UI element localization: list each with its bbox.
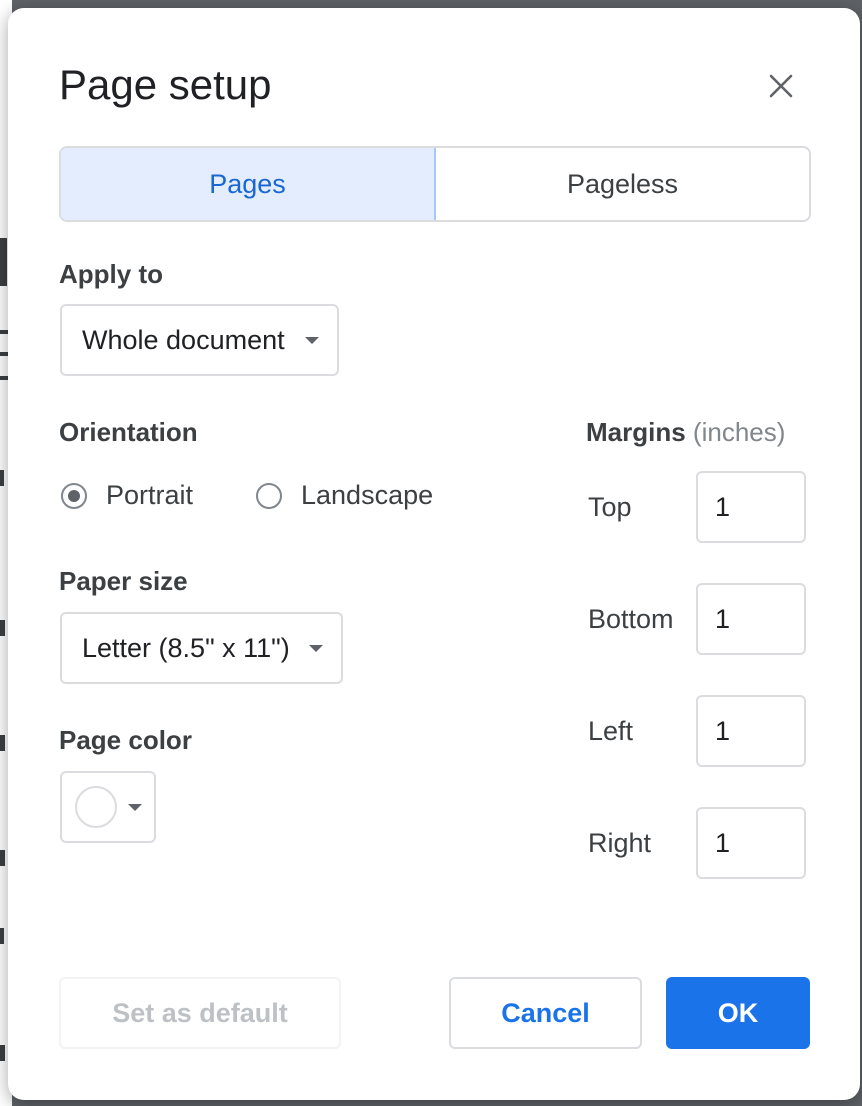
page-setup-dialog: Page setup Pages Pageless Apply to Whole… <box>8 8 860 1100</box>
orientation-landscape-radio[interactable]: Landscape <box>256 480 433 511</box>
apply-to-label: Apply to <box>59 259 163 289</box>
background-text-fragment <box>0 620 5 636</box>
background-text-fragment <box>0 850 5 866</box>
margin-bottom-label: Bottom <box>588 604 674 634</box>
page-color-picker[interactable] <box>60 771 156 843</box>
margin-right-label: Right <box>588 828 652 858</box>
background-text-fragment <box>0 330 8 334</box>
margins-unit: (inches) <box>692 417 786 447</box>
chevron-down-icon <box>128 804 142 811</box>
chevron-down-icon <box>309 645 323 652</box>
margins-heading: Margins (inches) <box>586 419 785 445</box>
portrait-label: Portrait <box>106 480 194 510</box>
apply-to-dropdown[interactable]: Whole document <box>60 304 339 376</box>
paper-size-label: Paper size <box>59 566 188 596</box>
radio-unchecked-icon <box>256 482 282 509</box>
margin-bottom-input[interactable] <box>696 583 806 655</box>
margin-left-input[interactable] <box>696 695 806 767</box>
background-text-fragment <box>0 1045 5 1061</box>
margin-top-input[interactable] <box>696 471 806 543</box>
background-text-fragment <box>0 352 8 356</box>
landscape-label: Landscape <box>301 480 434 510</box>
layout-mode-tabs: Pages Pageless <box>59 146 811 222</box>
paper-size-value: Letter (8.5" x 11") <box>82 632 290 663</box>
close-button[interactable] <box>761 66 801 106</box>
background-text-fragment <box>0 238 7 286</box>
chevron-down-icon <box>305 337 319 344</box>
tab-pageless[interactable]: Pageless <box>436 148 809 220</box>
margin-top-label: Top <box>588 492 632 522</box>
set-as-default-button[interactable]: Set as default <box>59 977 341 1049</box>
cancel-button[interactable]: Cancel <box>449 977 642 1049</box>
margins-label: Margins <box>586 417 686 447</box>
tab-pages[interactable]: Pages <box>61 148 436 220</box>
margin-right-input[interactable] <box>696 807 806 879</box>
orientation-portrait-radio[interactable]: Portrait <box>61 480 193 511</box>
orientation-label: Orientation <box>59 417 198 447</box>
page-color-label: Page color <box>59 725 192 755</box>
paper-size-dropdown[interactable]: Letter (8.5" x 11") <box>60 612 343 684</box>
ok-button[interactable]: OK <box>666 977 810 1049</box>
background-text-fragment <box>0 376 8 380</box>
background-text-fragment <box>0 470 4 486</box>
color-swatch <box>75 786 117 828</box>
background-text-fragment <box>0 928 4 944</box>
apply-to-value: Whole document <box>82 324 285 355</box>
close-icon <box>769 74 793 98</box>
radio-checked-icon <box>61 482 87 509</box>
dialog-title: Page setup <box>59 61 272 108</box>
background-text-fragment <box>0 735 5 751</box>
margin-left-label: Left <box>588 716 634 746</box>
